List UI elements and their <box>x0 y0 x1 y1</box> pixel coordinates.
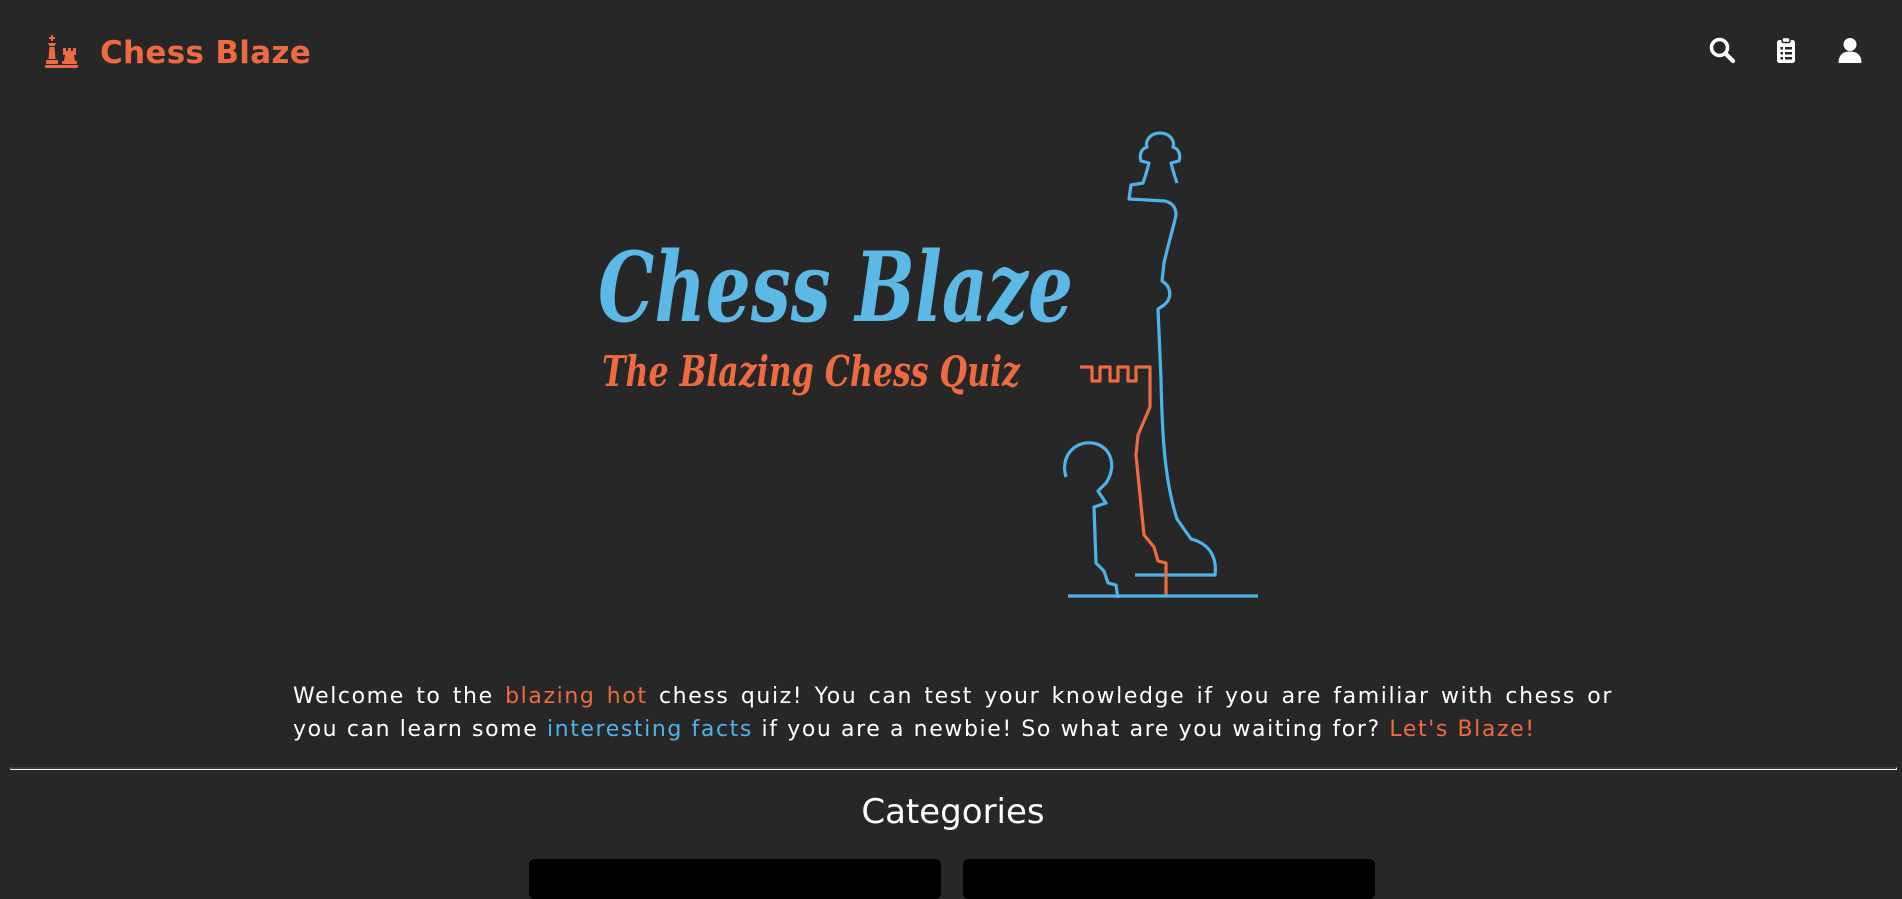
lets-blaze-highlight: Let's Blaze! <box>1389 717 1536 742</box>
nav-icon-group <box>1708 36 1864 64</box>
brand-name: Chess Blaze <box>100 35 312 71</box>
brand-link[interactable]: Chess Blaze <box>42 32 311 74</box>
hero-subtitle: The Blazing Chess Quiz <box>602 347 1021 396</box>
hero-logo: Chess Blaze The Blazing Chess Quiz <box>590 128 1280 598</box>
search-icon[interactable] <box>1708 36 1736 64</box>
intro-text-part: if you are a newbie! So what are you wai… <box>752 717 1390 742</box>
category-card[interactable] <box>963 859 1375 899</box>
clipboard-icon[interactable] <box>1772 36 1800 64</box>
section-divider <box>10 767 1897 770</box>
category-card[interactable] <box>529 859 941 899</box>
rook-outline-icon <box>1080 365 1168 596</box>
intro-text-part: Welcome to the <box>293 684 506 709</box>
chess-pieces-icon <box>42 34 80 72</box>
intro-text: Welcome to the blazing hot chess quiz! Y… <box>293 680 1613 746</box>
user-icon[interactable] <box>1836 36 1864 64</box>
interesting-facts-highlight: interesting facts <box>546 717 753 742</box>
categories-heading: Categories <box>861 792 1045 832</box>
hero-title: Chess Blaze <box>598 231 1073 344</box>
navbar: Chess Blaze <box>0 0 1902 106</box>
blazing-hot-highlight: blazing hot <box>505 684 648 709</box>
